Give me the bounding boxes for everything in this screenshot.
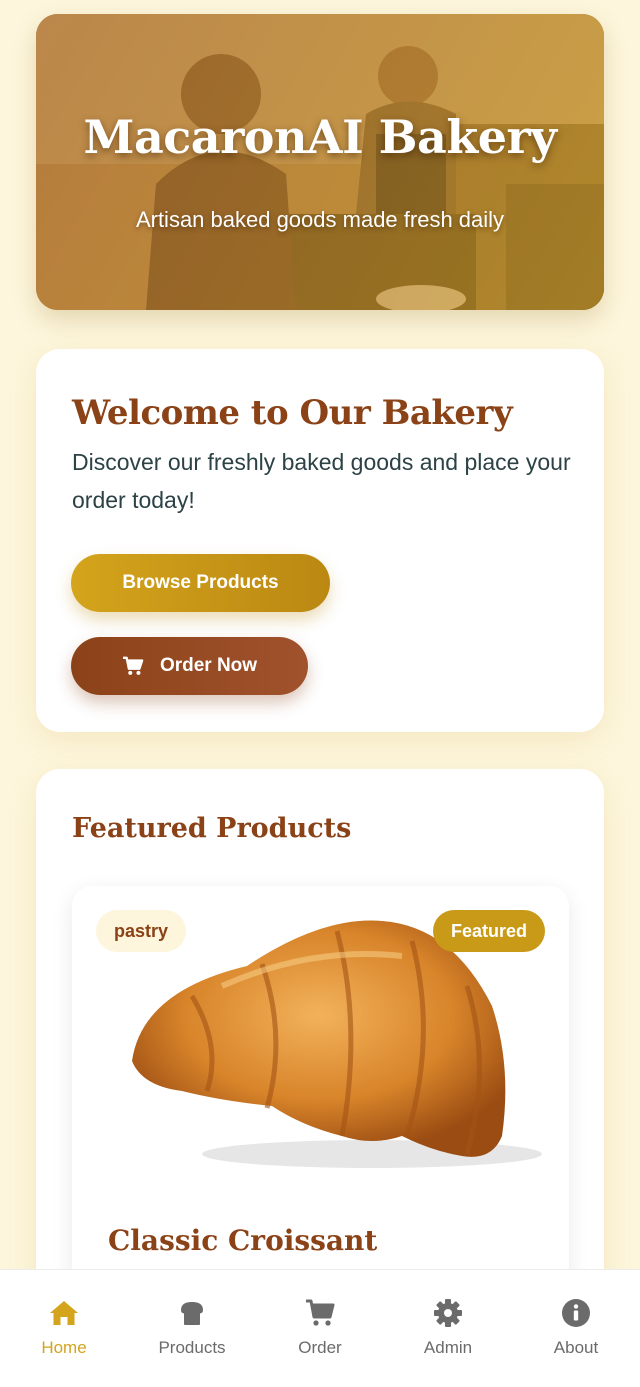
order-now-button[interactable]: Order Now (71, 637, 308, 695)
browse-products-label: Browse Products (122, 572, 279, 593)
featured-badge: Featured (432, 910, 545, 952)
bottom-nav: Home Products Order Admin About (0, 1269, 640, 1387)
welcome-card: Welcome to Our Bakery Discover our fresh… (36, 349, 604, 732)
nav-label-products: Products (158, 1338, 226, 1357)
nav-item-products[interactable]: Products (128, 1270, 256, 1387)
hero-subtitle: Artisan baked goods made fresh daily (135, 207, 505, 232)
info-icon (562, 1299, 590, 1327)
nav-item-admin[interactable]: Admin (384, 1270, 512, 1387)
nav-item-home[interactable]: Home (0, 1270, 128, 1387)
product-name: Classic Croissant (108, 1224, 378, 1257)
category-badge: pastry (96, 910, 187, 952)
nav-label-about: About (553, 1338, 599, 1357)
nav-label-order: Order (298, 1338, 342, 1357)
bread-icon (181, 1302, 203, 1325)
hero-banner: MacaronAI Bakery Artisan baked goods mad… (36, 14, 604, 310)
cart-icon (122, 656, 144, 675)
gear-icon (434, 1299, 462, 1327)
browse-products-button[interactable]: Browse Products (71, 554, 330, 612)
nav-label-admin: Admin (423, 1338, 473, 1357)
welcome-title: Welcome to Our Bakery (72, 393, 513, 433)
nav-item-order[interactable]: Order (256, 1270, 384, 1387)
welcome-text: Discover our freshly baked goods and pla… (72, 449, 571, 513)
nav-label-home: Home (41, 1338, 87, 1357)
app-page: MacaronAI Bakery Artisan baked goods mad… (0, 0, 640, 1387)
nav-item-about[interactable]: About (512, 1270, 640, 1387)
home-icon (50, 1301, 78, 1325)
order-now-label: Order Now (159, 655, 258, 676)
hero-title: MacaronAI Bakery (83, 110, 557, 164)
featured-title: Featured Products (72, 813, 352, 844)
cart-icon (306, 1299, 335, 1326)
